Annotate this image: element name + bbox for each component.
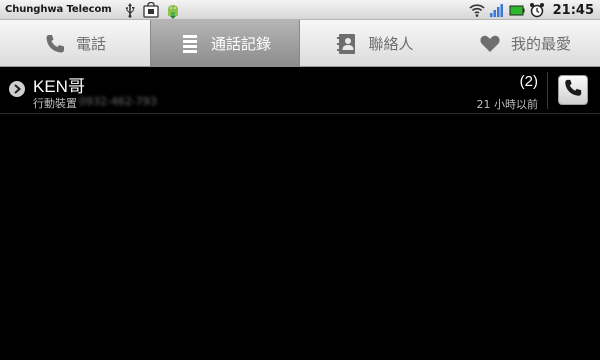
wifi-icon <box>469 2 485 18</box>
heart-icon <box>479 33 501 55</box>
phone-icon <box>44 33 66 55</box>
call-log-list: KEN哥 行動裝置 0932-462-793 (2) 21 小時以前 <box>0 67 600 360</box>
system-icons: 21:45 <box>469 0 594 20</box>
notification-icons <box>122 1 180 19</box>
battery-icon <box>509 2 525 18</box>
call-button[interactable] <box>558 75 588 105</box>
tab-label: 聯絡人 <box>368 35 414 53</box>
divider <box>547 72 548 109</box>
clock: 21:45 <box>552 2 594 18</box>
contacts-icon <box>336 33 358 55</box>
tab-contacts[interactable]: 聯絡人 <box>300 20 450 67</box>
call-count: (2) <box>519 73 538 90</box>
call-log-icon <box>179 33 201 55</box>
status-bar: Chunghwa Telecom 21:45 <box>0 0 600 20</box>
phone-icon <box>563 78 583 102</box>
alarm-icon <box>529 2 545 18</box>
list-item[interactable]: KEN哥 行動裝置 0932-462-793 (2) 21 小時以前 <box>0 67 600 114</box>
android-download-icon <box>164 2 180 19</box>
expand-arrow-icon[interactable] <box>9 81 25 97</box>
tab-label: 我的最愛 <box>510 35 571 53</box>
tab-label: 電話 <box>75 35 106 53</box>
call-time: 21 小時以前 <box>476 98 539 111</box>
number-type: 行動裝置 <box>33 97 77 110</box>
tab-phone[interactable]: 電話 <box>0 20 150 67</box>
tab-call-log[interactable]: 通話記錄 <box>150 20 300 67</box>
tab-label: 通話記錄 <box>210 35 271 53</box>
market-icon <box>142 1 159 18</box>
tab-bar: 電話 通話記錄 聯絡人 我的最愛 <box>0 20 600 67</box>
signal-icon <box>489 2 505 18</box>
phone-number: 0932-462-793 <box>79 95 157 108</box>
tab-favorites[interactable]: 我的最愛 <box>450 20 600 67</box>
carrier-name: Chunghwa Telecom <box>5 4 112 15</box>
contact-name: KEN哥 <box>33 77 85 96</box>
usb-icon <box>122 2 138 18</box>
